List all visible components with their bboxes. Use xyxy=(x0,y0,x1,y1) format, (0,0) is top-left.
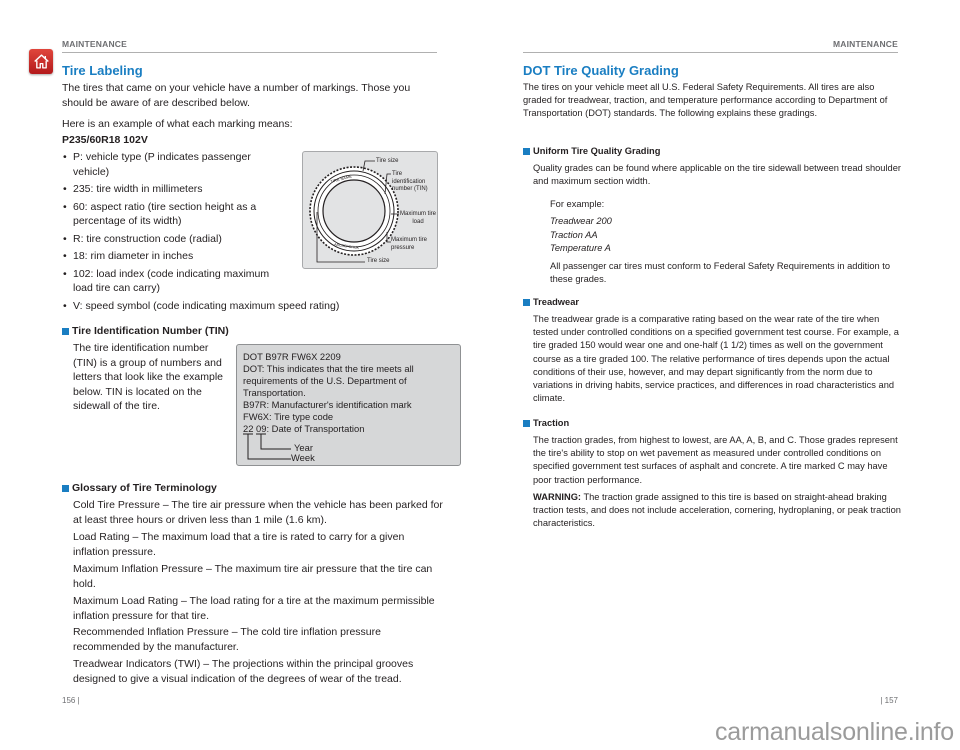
example-lead: Here is an example of what each marking … xyxy=(62,118,293,130)
glossary-heading-text: Glossary of Tire Terminology xyxy=(72,482,217,494)
traction-warning: WARNING: The traction grade assigned to … xyxy=(533,491,905,531)
bullet-square-icon xyxy=(523,298,530,306)
utqg-heading: Uniform Tire Quality Grading xyxy=(523,146,660,156)
header-rule xyxy=(523,52,898,53)
traction-heading-text: Traction xyxy=(533,418,570,428)
tin-line: requirements of the U.S. Department of xyxy=(243,375,407,386)
watermark: carmanualsonline.info xyxy=(714,718,954,746)
intro-text: The tires that came on your vehicle have… xyxy=(62,82,411,109)
glossary-entry: Recommended Inflation Pressure – The col… xyxy=(73,626,381,653)
glossary-entry: Cold Tire Pressure – The tire air pressu… xyxy=(73,499,443,526)
left-page: MAINTENANCE Tire Labeling The tires that… xyxy=(0,0,480,750)
label-max-load: Maximum tire load xyxy=(400,211,437,225)
example-traction: Traction AA xyxy=(550,230,598,240)
label-tire-size-top: Tire size xyxy=(376,158,399,164)
section-header: MAINTENANCE xyxy=(62,39,128,49)
bullet-square-icon xyxy=(523,419,530,427)
page-title: Tire Labeling xyxy=(62,63,143,78)
tin-body: The tire identification number (TIN) is … xyxy=(73,342,223,412)
example-temperature: Temperature A xyxy=(550,243,611,253)
glossary-entry: Load Rating – The maximum load that a ti… xyxy=(73,531,405,558)
glossary-heading: Glossary of Tire Terminology xyxy=(62,482,217,494)
example-code: P235/60R18 102V xyxy=(62,134,148,146)
traction-heading: Traction xyxy=(523,418,569,428)
list-item: 60: aspect ratio (tire section height as… xyxy=(62,200,277,229)
warning-label: WARNING: xyxy=(533,492,582,502)
treadwear-body: The treadwear grade is a comparative rat… xyxy=(533,314,899,404)
section-header: MAINTENANCE xyxy=(832,39,898,49)
list-item: R: tire construction code (radial) xyxy=(62,232,277,247)
home-button[interactable] xyxy=(29,49,53,74)
marking-list: P: vehicle type (P indicates passenger v… xyxy=(62,150,339,316)
tin-heading: Tire Identification Number (TIN) xyxy=(62,325,229,337)
example-treadwear: Treadwear 200 xyxy=(550,216,612,226)
tin-line: DOT: This indicates that the tire meets … xyxy=(243,363,414,374)
intro-text: The tires on your vehicle meet all U.S. … xyxy=(523,82,888,119)
home-icon xyxy=(33,54,49,69)
week-label: Week xyxy=(291,452,315,463)
list-item: 235: tire width in millimeters xyxy=(62,182,277,197)
label-tin: Tire identification number (TIN) xyxy=(392,171,428,192)
page-title: DOT Tire Quality Grading xyxy=(523,63,679,78)
utqg-note: All passenger car tires must conform to … xyxy=(550,261,891,285)
glossary-entry: Maximum Inflation Pressure – The maximum… xyxy=(73,563,433,590)
warning-body: The traction grade assigned to this tire… xyxy=(533,492,901,529)
tire-sidewall-figure: TIRE NAME ABCDEFGHIJK Tire size Tire ide… xyxy=(302,151,438,269)
utqg-body: Quality grades can be found where applic… xyxy=(533,163,901,187)
label-tire-size-bottom: Tire size xyxy=(367,258,390,264)
tin-line: Transportation. xyxy=(243,387,306,398)
page-number-left: 156 | xyxy=(62,696,80,705)
list-item: 102: load index (code indicating maximum… xyxy=(62,267,277,296)
bullet-square-icon xyxy=(62,484,69,492)
utqg-heading-text: Uniform Tire Quality Grading xyxy=(533,146,661,156)
list-item: 18: rim diameter in inches xyxy=(62,249,277,264)
list-item: V: speed symbol (code indicating maximum… xyxy=(62,299,382,314)
label-max-pressure: Maximum tire pressure xyxy=(391,237,428,251)
treadwear-heading: Treadwear xyxy=(523,297,579,307)
header-rule xyxy=(62,52,437,53)
tin-example-figure: DOT B97R FW6X 2209 DOT: This indicates t… xyxy=(236,344,461,466)
traction-body: The traction grades, from highest to low… xyxy=(533,435,898,485)
page-number-right: | 157 xyxy=(880,696,898,705)
tin-line: B97R: Manufacturer's identification mark xyxy=(243,399,412,410)
glossary-entry: Treadwear Indicators (TWI) – The project… xyxy=(73,658,414,685)
tin-heading-text: Tire Identification Number (TIN) xyxy=(72,325,229,337)
bullet-square-icon xyxy=(523,147,530,155)
right-page: MAINTENANCE DOT Tire Quality Grading The… xyxy=(480,0,960,750)
glossary-entry: Maximum Load Rating – The load rating fo… xyxy=(73,595,435,622)
treadwear-heading-text: Treadwear xyxy=(533,297,579,307)
bullet-square-icon xyxy=(62,327,69,335)
tin-line: DOT B97R FW6X 2209 xyxy=(243,351,341,362)
list-item: P: vehicle type (P indicates passenger v… xyxy=(62,150,277,179)
example-lead: For example: xyxy=(550,199,605,209)
tin-line: FW6X: Tire type code xyxy=(243,411,334,422)
